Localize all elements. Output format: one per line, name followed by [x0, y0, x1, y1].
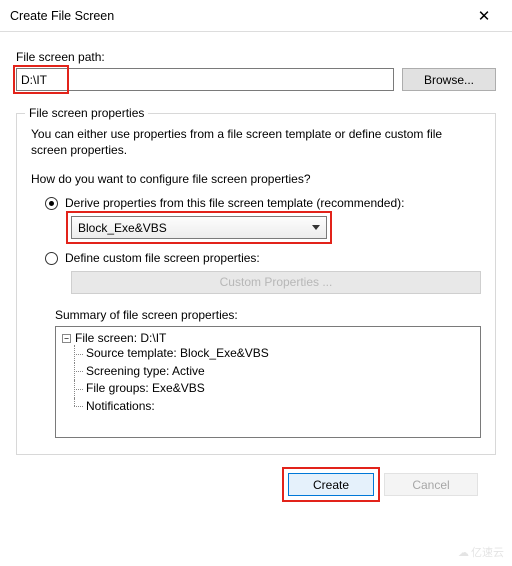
- create-button[interactable]: Create: [288, 473, 374, 496]
- browse-button[interactable]: Browse...: [402, 68, 496, 91]
- radio-derive[interactable]: Derive properties from this file screen …: [45, 196, 481, 210]
- window-title: Create File Screen: [10, 9, 464, 23]
- summary-box: − File screen: D:\IT Source template: Bl…: [55, 326, 481, 438]
- properties-question: How do you want to configure file screen…: [31, 172, 481, 186]
- radio-derive-indicator: [45, 197, 58, 210]
- properties-legend: File screen properties: [25, 106, 148, 120]
- radio-define-indicator: [45, 252, 58, 265]
- summary-tree-root[interactable]: − File screen: D:\IT: [62, 331, 474, 345]
- summary-item: Notifications:: [72, 398, 474, 415]
- path-label: File screen path:: [16, 50, 496, 64]
- radio-define-label: Define custom file screen properties:: [65, 251, 260, 265]
- chevron-down-icon: [312, 225, 320, 230]
- dialog-content: File screen path: Browse... File screen …: [0, 32, 512, 506]
- summary-label: Summary of file screen properties:: [55, 308, 481, 322]
- properties-fieldset: File screen properties You can either us…: [16, 113, 496, 455]
- template-select-value: Block_Exe&VBS: [78, 221, 167, 235]
- summary-item: Source template: Block_Exe&VBS: [72, 345, 474, 362]
- custom-properties-button: Custom Properties ...: [71, 271, 481, 294]
- watermark: ☁ 亿速云: [458, 544, 504, 560]
- template-select[interactable]: Block_Exe&VBS: [71, 216, 327, 239]
- dialog-footer: Create Cancel: [16, 473, 496, 496]
- radio-derive-label: Derive properties from this file screen …: [65, 196, 404, 210]
- summary-root-label: File screen: D:\IT: [75, 331, 166, 345]
- tree-collapse-icon[interactable]: −: [62, 334, 71, 343]
- titlebar: Create File Screen ✕: [0, 0, 512, 32]
- radio-define[interactable]: Define custom file screen properties:: [45, 251, 481, 265]
- summary-tree-children: Source template: Block_Exe&VBS Screening…: [72, 345, 474, 415]
- properties-hint: You can either use properties from a fil…: [31, 126, 481, 158]
- summary-item: Screening type: Active: [72, 363, 474, 380]
- summary-item: File groups: Exe&VBS: [72, 380, 474, 397]
- path-input[interactable]: [16, 68, 394, 91]
- cloud-icon: ☁: [458, 546, 469, 559]
- cancel-button[interactable]: Cancel: [384, 473, 478, 496]
- close-icon[interactable]: ✕: [464, 7, 504, 25]
